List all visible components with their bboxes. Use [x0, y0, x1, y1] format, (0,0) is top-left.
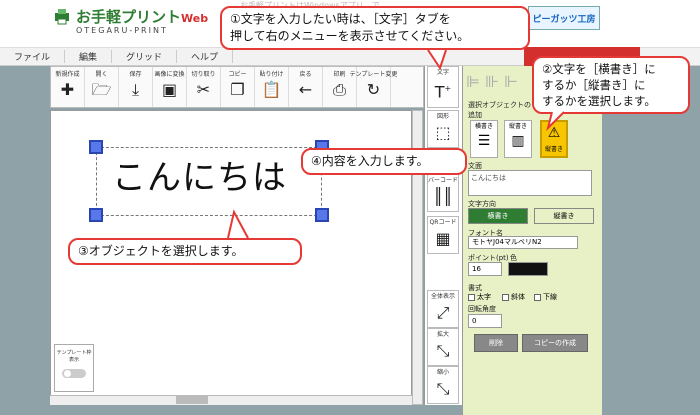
callout-pointers: [227, 49, 565, 239]
